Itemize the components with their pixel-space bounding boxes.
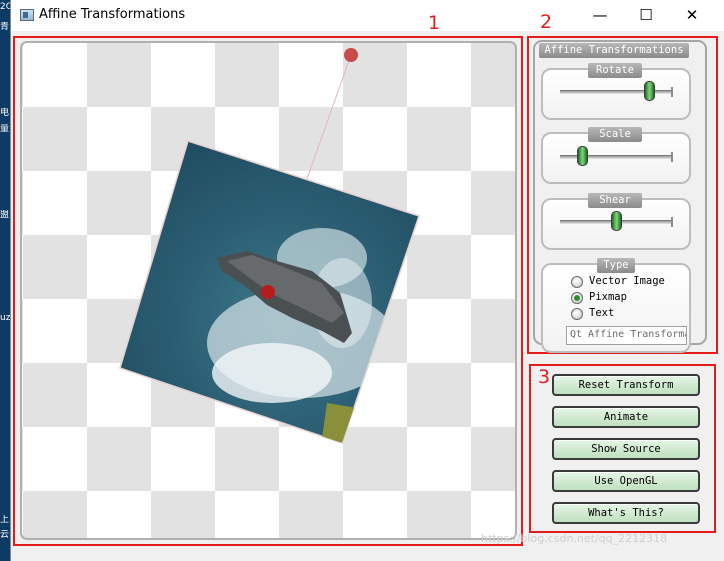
annotation-box-canvas — [13, 36, 523, 546]
radio-button[interactable] — [571, 276, 583, 288]
rotate-label: Rotate — [588, 63, 642, 78]
scale-label: Scale — [588, 127, 642, 142]
desktop-text: 电 — [0, 108, 10, 118]
radio-label: Text — [589, 307, 615, 319]
maximize-button[interactable]: ☐ — [623, 0, 669, 31]
annotation-number: 1 — [428, 12, 441, 34]
desktop-text: 青 — [0, 22, 10, 32]
desktop-edge: 2C 青 电 量 盟 uz 上 云 — [0, 0, 10, 561]
whats-this-button[interactable]: What's This? — [552, 502, 700, 524]
desktop-text: 云 — [0, 530, 10, 540]
radio-button[interactable] — [571, 292, 583, 304]
shear-label: Shear — [588, 193, 642, 208]
show-source-button[interactable]: Show Source — [552, 438, 700, 460]
use-opengl-button[interactable]: Use OpenGL — [552, 470, 700, 492]
watermark-text: https://blog.csdn.net/qq_2212318 — [481, 532, 668, 545]
minimize-button[interactable]: — — [577, 0, 623, 31]
reset-transform-button[interactable]: Reset Transform — [552, 374, 700, 396]
app-window: Affine Transformations — ☐ ✕ 1 2 3 Affin… — [10, 0, 724, 561]
close-button[interactable]: ✕ — [669, 0, 715, 31]
radio-label: Vector Image — [589, 275, 665, 287]
panel-title: Affine Transformations — [539, 43, 689, 58]
rotate-slider-handle[interactable] — [644, 81, 655, 101]
rotate-slider-track[interactable] — [560, 87, 673, 97]
scale-slider-handle[interactable] — [577, 146, 588, 166]
annotation-number: 2 — [540, 11, 553, 33]
radio-button[interactable] — [571, 308, 583, 320]
app-icon — [20, 9, 34, 21]
desktop-text: 量 — [0, 124, 10, 134]
desktop-text: 盟 — [0, 210, 10, 220]
desktop-text: 2C — [0, 2, 10, 12]
client-area: 1 2 3 Affine Transformations Rotate Scal… — [11, 11, 724, 561]
title-bar[interactable]: Affine Transformations — ☐ ✕ — [11, 0, 724, 31]
desktop-text: uz — [0, 313, 10, 323]
radio-label: Pixmap — [589, 291, 627, 303]
text-input[interactable]: Qt Affine Transformation — [566, 326, 687, 345]
type-label: Type — [597, 258, 635, 273]
animate-button[interactable]: Animate — [552, 406, 700, 428]
annotation-number: 3 — [538, 366, 551, 388]
window-title: Affine Transformations — [39, 7, 186, 22]
desktop-text: 上 — [0, 515, 10, 525]
shear-slider-handle[interactable] — [611, 211, 622, 231]
